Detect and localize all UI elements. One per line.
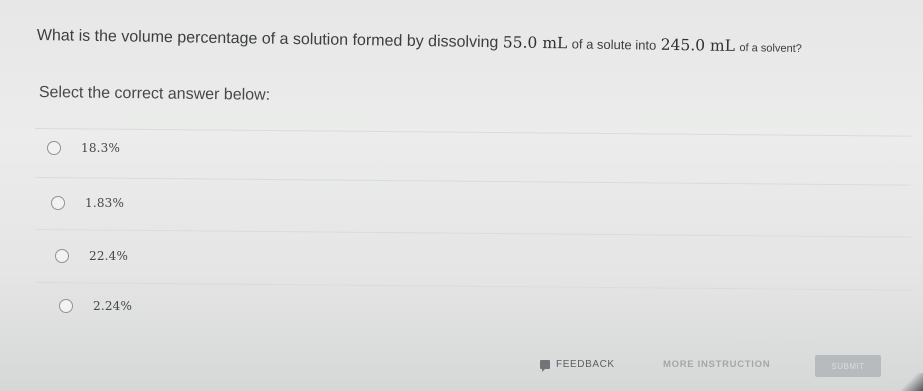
- divider: [34, 177, 911, 186]
- choice-label: 2.24%: [93, 299, 133, 313]
- answer-choice-3[interactable]: 22.4%: [55, 249, 128, 263]
- choice-label: 1.83%: [85, 196, 125, 210]
- question-text: What is the volume percentage of a solut…: [37, 26, 907, 59]
- answer-choice-4[interactable]: 2.24%: [59, 299, 132, 313]
- radio-button[interactable]: [55, 249, 69, 263]
- radio-button[interactable]: [59, 299, 73, 313]
- divider: [34, 282, 911, 291]
- choice-label: 22.4%: [89, 249, 129, 263]
- question-suffix: of a solvent?: [739, 42, 802, 56]
- divider: [34, 229, 911, 238]
- radio-button[interactable]: [51, 196, 65, 210]
- feedback-icon: [540, 360, 550, 372]
- more-instruction-button[interactable]: MORE INSTRUCTION: [663, 359, 770, 370]
- question-prefix: What is the volume percentage of a solut…: [36, 26, 499, 52]
- submit-button[interactable]: SUBMIT: [815, 355, 881, 377]
- radio-button[interactable]: [47, 141, 61, 155]
- divider: [34, 128, 911, 137]
- footer-toolbar: FEEDBACK MORE INSTRUCTION SUBMIT: [540, 355, 881, 377]
- answer-choice-1[interactable]: 18.3%: [47, 141, 120, 155]
- instruction-text: Select the correct answer below:: [38, 84, 271, 104]
- answer-choice-2[interactable]: 1.83%: [51, 196, 124, 210]
- feedback-label: FEEDBACK: [556, 359, 615, 370]
- choice-label: 18.3%: [81, 141, 121, 155]
- screen-corner-shadow: [901, 373, 923, 391]
- question-middle: of a solute into: [571, 36, 657, 53]
- solvent-volume: 245.0 mL: [660, 35, 736, 55]
- solute-volume: 55.0 mL: [502, 33, 568, 53]
- divider: [34, 336, 911, 345]
- feedback-button[interactable]: FEEDBACK: [540, 359, 615, 372]
